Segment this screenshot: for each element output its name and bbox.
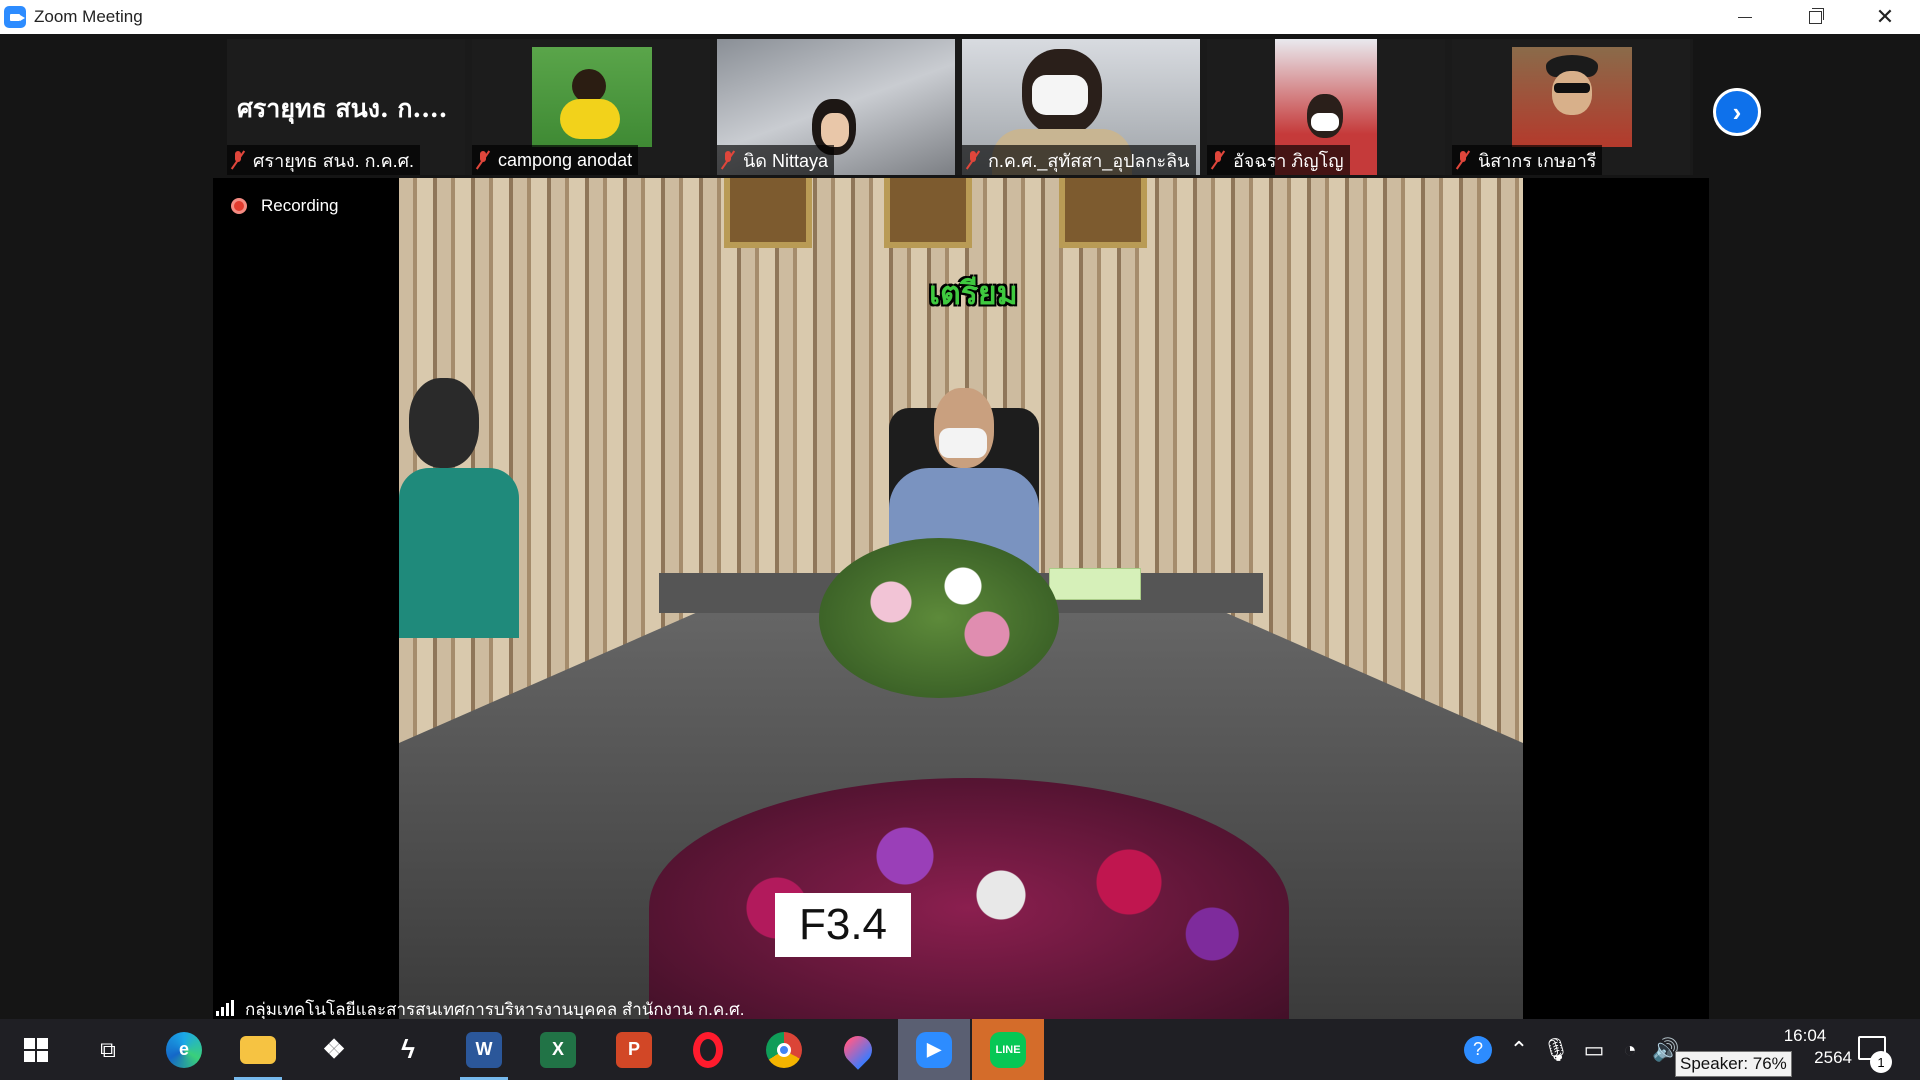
participant-label: นิด Nittaya [717,145,835,175]
taskbar-powerpoint[interactable]: P [598,1019,670,1080]
participant-name-tile: ศรายุทธ สนง. ก.... [237,94,448,123]
task-view-icon: ⧉ [100,1036,116,1062]
participant-label: นิสากร เกษอารี [1452,145,1603,175]
excel-icon: X [540,1031,576,1068]
volume-tooltip: Speaker: 76% [1675,1051,1792,1077]
close-icon: ✕ [1875,4,1895,29]
overlay-text: เตรียม [929,275,1018,311]
participant-label: อัจฉรา ภิญโญ [1207,145,1350,175]
taskbar: ⧉ e ❖ ϟ W X P ▶ LINE ? ⌃ 🎙 ▭ ◔ 🔊 16:04 2… [0,1019,1920,1080]
participant-video [1512,47,1632,147]
meeting-area: ศรายุทธ สนง. ก.... ศรายุทธ สนง. ก.ค.ศ. c… [0,34,1920,1019]
participant-tile[interactable]: นิด Nittaya [717,39,955,175]
minimize-button[interactable] [1710,0,1780,34]
signal-strength-icon [216,1000,234,1016]
taskbar-file-explorer[interactable] [222,1019,294,1080]
taskbar-zoom[interactable]: ▶ [898,1019,970,1080]
restore-button[interactable] [1780,0,1850,34]
taskbar-line[interactable]: LINE [972,1019,1044,1080]
taskbar-app[interactable]: ϟ [372,1019,444,1080]
participant-label: ก.ค.ศ._สุทัสสา_อุปลกะลิน [962,145,1196,175]
chevron-right-icon: › [1732,96,1742,127]
chrome-icon [766,1031,802,1068]
participant-name: นิด Nittaya [743,150,829,171]
mic-muted-icon [1211,150,1225,170]
taskbar-dropbox[interactable]: ❖ [298,1019,370,1080]
taskbar-chrome[interactable] [748,1019,820,1080]
participant-tile[interactable]: ศรายุทธ สนง. ก.... ศรายุทธ สนง. ก.ค.ศ. [227,39,465,175]
mic-muted-icon [966,150,980,170]
taskbar-app[interactable] [822,1019,894,1080]
windows-icon [24,1037,48,1062]
recording-label: Recording [261,196,339,215]
participant-name: ก.ค.ศ._สุทัสสา_อุปลกะลิน [988,150,1190,171]
participant-tile[interactable]: นิสากร เกษอารี [1452,39,1690,175]
participant-tile[interactable]: อัจฉรา ภิญโญ [1207,39,1445,175]
taskbar-edge[interactable]: e [148,1019,220,1080]
word-icon: W [466,1031,502,1068]
folder-icon [240,1035,276,1064]
participant-strip: ศรายุทธ สนง. ก.... ศรายุทธ สนง. ก.ค.ศ. c… [227,39,1761,175]
powerpoint-icon: P [616,1031,652,1068]
next-page-button[interactable]: › [1713,88,1761,136]
mic-muted-icon [721,150,735,170]
participant-name: นิสากร เกษอารี [1478,150,1597,171]
active-speaker-view: Recording เตรียม F3.4 [213,178,1709,1019]
participant-name: campong anodat [498,149,633,170]
notification-badge: 1 [1870,1051,1892,1073]
zoom-icon: ▶ [916,1031,952,1068]
edge-icon: e [166,1031,202,1068]
close-button[interactable]: ✕ [1850,0,1920,34]
taskbar-excel[interactable]: X [522,1019,594,1080]
title-bar: Zoom Meeting ✕ [0,0,1920,34]
taskbar-word[interactable]: W [448,1019,520,1080]
mic-muted-icon [231,150,245,170]
participant-tile[interactable]: campong anodat [472,39,710,175]
taskbar-opera[interactable] [672,1019,744,1080]
participant-video [532,47,652,147]
participant-name: ศรายุทธ สนง. ก.ค.ศ. [253,150,415,171]
participant-label: campong anodat [472,145,639,175]
microphone-icon[interactable]: 🎙 [1540,1019,1572,1080]
participant-label: ศรายุทธ สนง. ก.ค.ศ. [227,145,421,175]
opera-icon [693,1031,723,1068]
window-title: Zoom Meeting [34,7,143,26]
bolt-icon: ϟ [401,1034,415,1064]
mic-muted-icon [476,150,490,170]
start-button[interactable] [0,1019,72,1080]
dropbox-icon: ❖ [322,1034,346,1064]
participant-tile[interactable]: ก.ค.ศ._สุทัสสา_อุปลกะลิน [962,39,1200,175]
wifi-icon[interactable]: ◔ [1614,1019,1646,1080]
recording-dot-icon [231,198,247,214]
line-icon: LINE [990,1031,1026,1068]
chevron-up-icon[interactable]: ⌃ [1505,1019,1533,1080]
participant-name: อัจฉรา ภิญโญ [1233,150,1344,171]
zoom-app-icon [4,6,26,28]
mic-muted-icon [1456,150,1470,170]
video-tag: F3.4 [775,893,911,957]
speaker-video: เตรียม F3.4 [399,178,1523,1019]
help-icon[interactable]: ? [1460,1019,1496,1080]
restore-icon [1808,7,1824,24]
minimize-icon [1738,16,1752,18]
drop-icon [838,1029,878,1070]
recording-indicator[interactable]: Recording [231,196,339,216]
task-view-button[interactable]: ⧉ [72,1019,144,1080]
battery-icon[interactable]: ▭ [1578,1019,1610,1080]
